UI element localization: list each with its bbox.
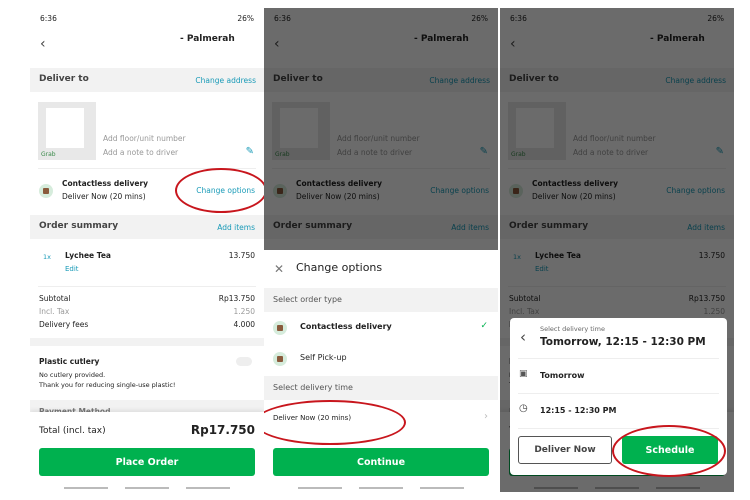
tax-value: 1.250 — [233, 307, 255, 316]
page-title: - Palmerah — [180, 34, 235, 44]
back-button[interactable]: ‹ — [520, 328, 526, 346]
change-options-sheet: ✕ Change options Select order type Conta… — [264, 250, 498, 492]
place-order-button[interactable]: Place Order — [39, 448, 255, 476]
pencil-icon[interactable]: ✎ — [246, 146, 254, 157]
item-qty: 1x — [43, 253, 51, 261]
item-edit-link[interactable]: Edit — [65, 265, 79, 273]
cutlery-title: Plastic cutlery — [39, 357, 100, 366]
item-name: Lychee Tea — [65, 251, 111, 260]
pickup-bag-icon — [273, 352, 287, 366]
fees-label: Delivery fees — [39, 320, 89, 329]
delivery-time: Deliver Now (20 mins) — [62, 192, 146, 201]
order-summary-heading: Order summary — [39, 221, 119, 231]
note-input[interactable]: Add a note to driver — [103, 148, 178, 157]
tax-label: Incl. Tax — [39, 307, 70, 316]
close-icon[interactable]: ✕ — [274, 262, 284, 276]
fees-value: 4.000 — [233, 320, 255, 329]
map-thumbnail: Grab — [38, 102, 96, 160]
annotation-circle — [612, 425, 726, 477]
deliver-now-button[interactable]: Deliver Now — [518, 436, 612, 464]
total-label: Total (incl. tax) — [39, 426, 106, 436]
order-type-label: Contactless delivery — [300, 322, 392, 331]
add-items-link[interactable]: Add items — [217, 223, 255, 232]
status-battery: 26% — [237, 14, 254, 23]
delivery-time-heading: Select delivery time — [273, 383, 353, 392]
sheet-title: Change options — [296, 261, 383, 274]
order-type-label: Self Pick-up — [300, 353, 347, 362]
screen-schedule: 6:36 26% ‹ - Palmerah Deliver to Change … — [500, 8, 734, 492]
continue-button[interactable]: Continue — [273, 448, 489, 476]
dialog-title: Tomorrow, 12:15 - 12:30 PM — [540, 336, 706, 348]
cutlery-line2: Thank you for reducing single-use plasti… — [39, 381, 176, 389]
contactless-icon — [273, 321, 287, 335]
order-type-self-pickup[interactable]: Self Pick-up — [264, 344, 498, 376]
order-type-heading: Select order type — [273, 295, 342, 304]
time-slot-selector[interactable]: ◷ 12:15 - 12:30 PM — [510, 394, 727, 428]
floor-input[interactable]: Add floor/unit number — [103, 134, 186, 143]
dialog-label: Select delivery time — [540, 325, 605, 333]
order-type-contactless[interactable]: Contactless delivery ✓ — [264, 312, 498, 344]
subtotal-value: Rp13.750 — [218, 294, 255, 303]
day-selector[interactable]: ▣ Tomorrow — [510, 359, 727, 393]
screen-checkout: 6:36 26% ‹ - Palmerah Deliver to Change … — [30, 8, 264, 492]
change-address-link[interactable]: Change address — [195, 76, 256, 85]
item-price: 13.750 — [228, 251, 255, 260]
cutlery-line1: No cutlery provided. — [39, 371, 106, 379]
day-value: Tomorrow — [540, 371, 585, 380]
back-button[interactable]: ‹ — [40, 36, 46, 52]
time-slot-value: 12:15 - 12:30 PM — [540, 406, 617, 415]
cutlery-toggle[interactable] — [236, 357, 252, 366]
delivery-type: Contactless delivery — [62, 179, 149, 188]
deliver-to-heading: Deliver to — [39, 74, 89, 84]
total-value: Rp17.750 — [190, 423, 255, 437]
contactless-icon — [39, 184, 53, 198]
chevron-right-icon: › — [484, 411, 488, 422]
grab-logo: Grab — [41, 151, 56, 158]
subtotal-label: Subtotal — [39, 294, 71, 303]
screen-change-options: 6:36 26% ‹ - Palmerah Deliver to Change … — [264, 8, 498, 492]
clock-icon: ◷ — [519, 403, 528, 414]
annotation-circle — [175, 168, 264, 213]
status-time: 6:36 — [40, 14, 57, 23]
check-icon: ✓ — [480, 321, 488, 331]
calendar-icon: ▣ — [519, 369, 528, 379]
